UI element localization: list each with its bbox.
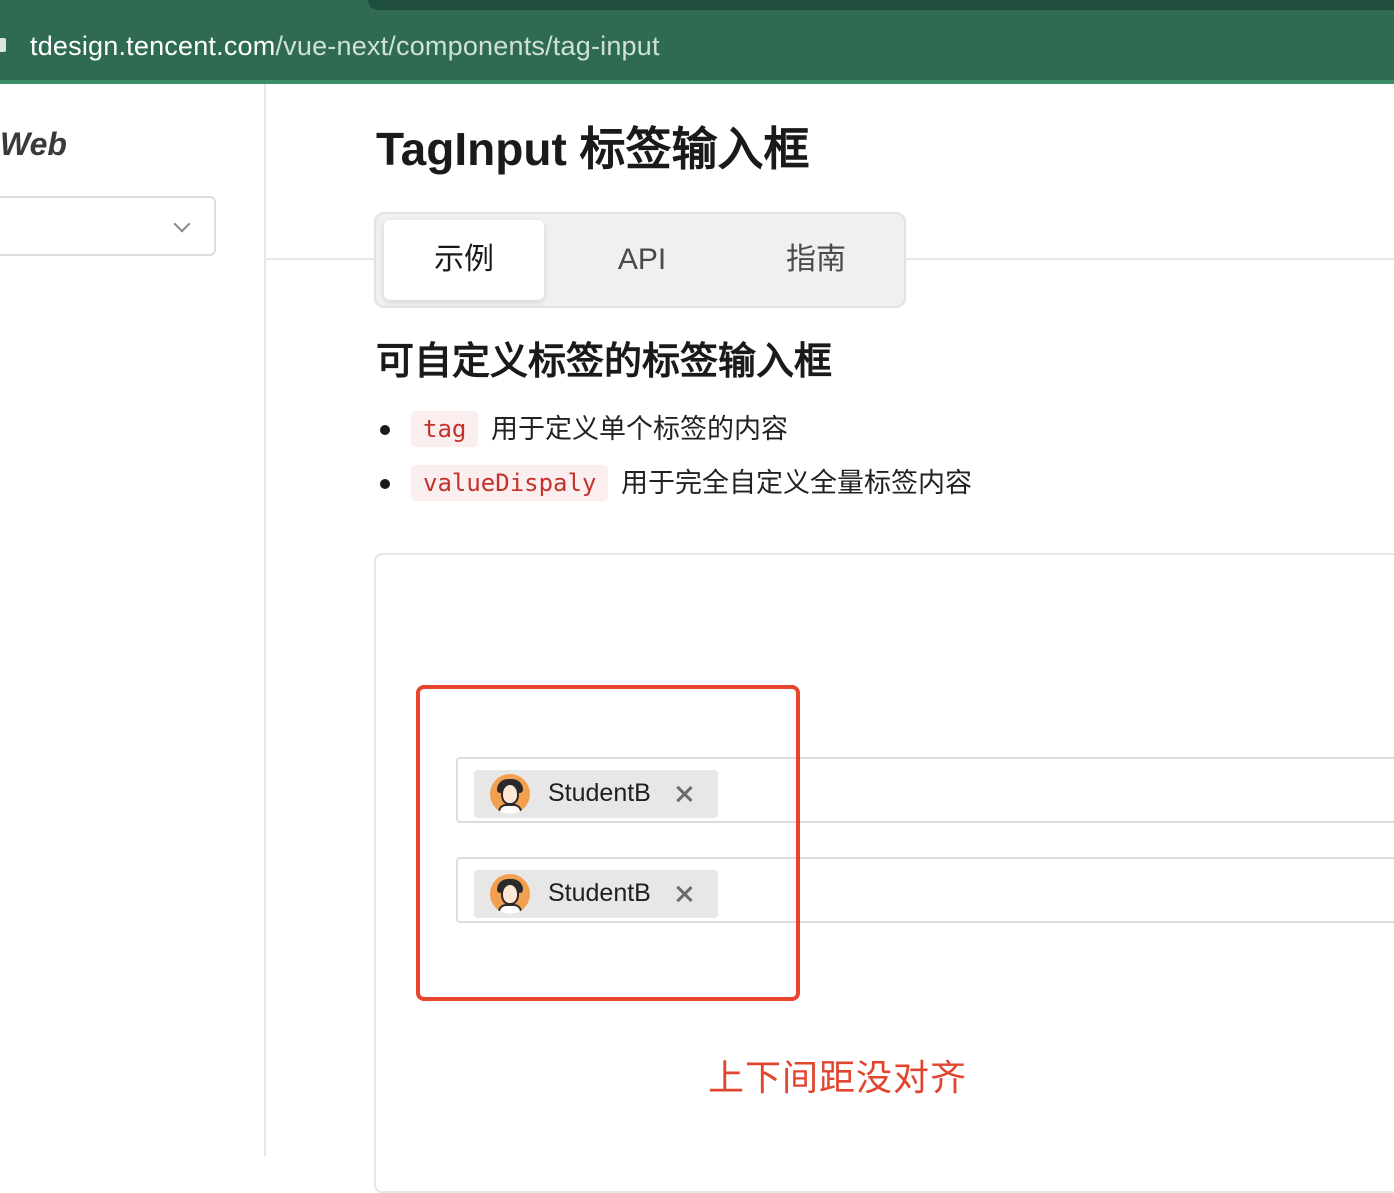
- inline-code: tag: [411, 411, 479, 447]
- annotation-highlight-box: [416, 685, 800, 1001]
- browser-toolbar: tdesign.tencent.com/vue-next/components/…: [0, 0, 1394, 84]
- sidebar: Web: [0, 84, 266, 1156]
- bullet-text: 用于完全自定义全量标签内容: [621, 468, 972, 498]
- tab-guide[interactable]: 指南: [736, 220, 896, 300]
- browser-tab-strip: [368, 0, 1394, 10]
- inline-code: valueDispaly: [411, 465, 609, 501]
- section-title: 可自定义标签的标签输入框: [376, 341, 833, 383]
- lock-icon[interactable]: [0, 38, 6, 52]
- address-bar[interactable]: tdesign.tencent.com/vue-next/components/…: [30, 28, 660, 64]
- page-title: TagInput 标签输入框: [376, 123, 810, 175]
- list-item: tag 用于定义单个标签的内容: [380, 411, 1020, 451]
- list-item: valueDispaly 用于完全自定义全量标签内容: [380, 465, 1020, 505]
- url-path: /vue-next/components/tag-input: [275, 31, 660, 61]
- version-select[interactable]: [0, 196, 216, 256]
- tab-api[interactable]: API: [562, 220, 722, 300]
- chevron-down-icon: [173, 215, 191, 233]
- url-host: tdesign.tencent.com: [30, 31, 276, 61]
- bullet-icon: [380, 425, 390, 435]
- tab-examples[interactable]: 示例: [384, 220, 544, 300]
- bullet-text: 用于定义单个标签的内容: [491, 414, 788, 444]
- annotation-text: 上下间距没对齐: [708, 1057, 968, 1098]
- bullet-icon: [380, 479, 390, 489]
- doc-tabs: 示例 API 指南: [374, 212, 906, 308]
- brand-logo-text[interactable]: Web: [0, 124, 67, 164]
